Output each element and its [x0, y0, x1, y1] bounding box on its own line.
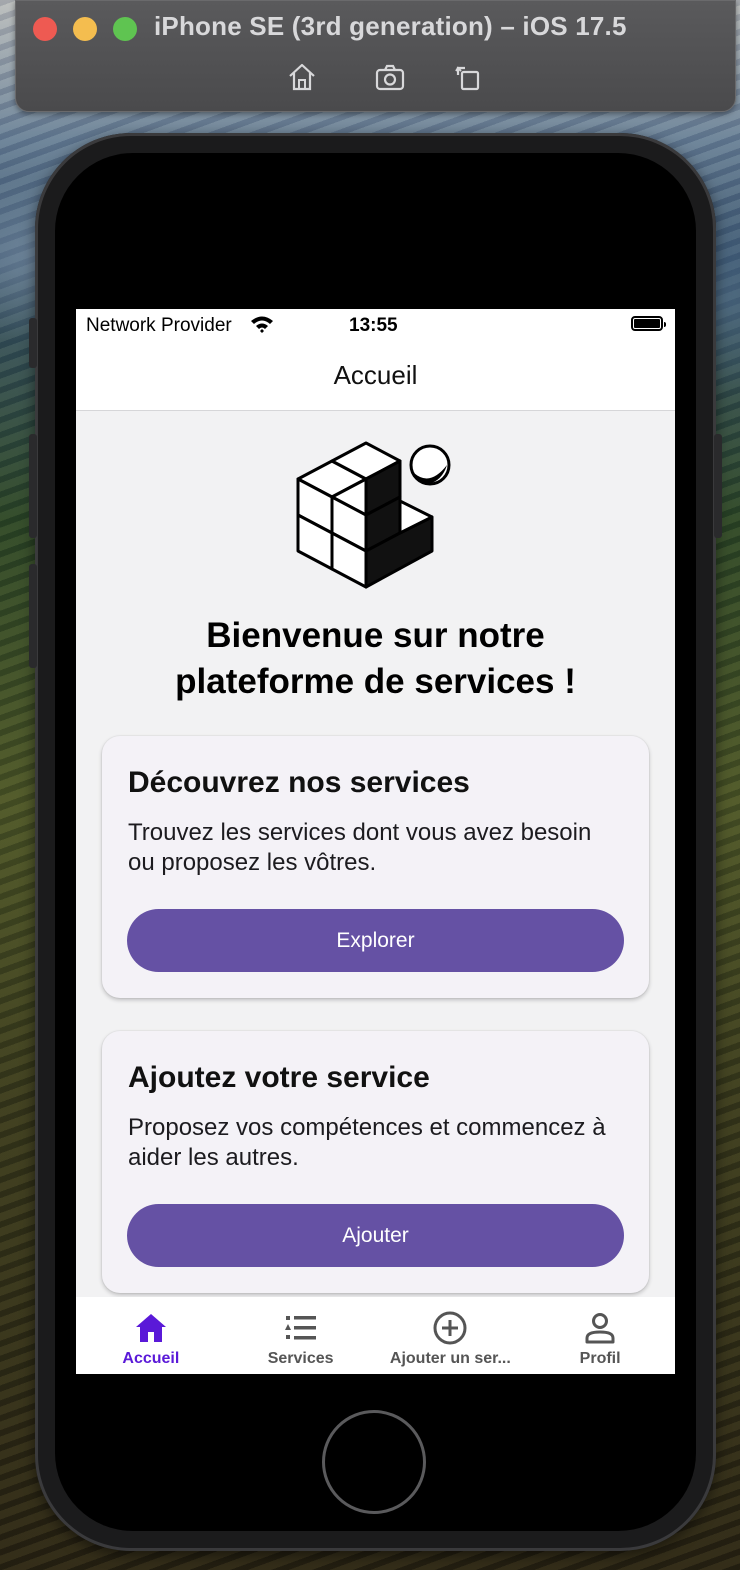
- welcome-heading: Bienvenue sur notre plateforme de servic…: [76, 613, 675, 705]
- window-minimize-button[interactable]: [73, 17, 97, 41]
- home-icon: [135, 1314, 166, 1342]
- list-icon: [284, 1316, 316, 1340]
- side-power-button: [714, 434, 722, 538]
- battery-icon: [631, 316, 666, 331]
- rotate-icon: [455, 66, 480, 91]
- welcome-line-2: plateforme de services !: [175, 662, 576, 701]
- battery-level: [634, 319, 660, 328]
- volume-up-button: [29, 434, 37, 538]
- window-close-button[interactable]: [33, 17, 57, 41]
- tab-services[interactable]: Services: [226, 1297, 376, 1374]
- device-home-button[interactable]: [322, 1410, 426, 1514]
- simulator-title-bar: iPhone SE (3rd generation) – iOS 17.5: [15, 0, 736, 112]
- screenshot-icon: [375, 64, 405, 91]
- volume-down-button: [29, 564, 37, 668]
- add-service-card: Ajoutez votre service Proposez vos compé…: [102, 1031, 649, 1293]
- carrier-label: Network Provider: [86, 315, 232, 336]
- screenshot-button[interactable]: [372, 59, 408, 95]
- bottom-tab-bar: Accueil Services Ajouter un ser... Profi…: [76, 1297, 675, 1374]
- home-button[interactable]: [284, 59, 320, 95]
- person-icon: [585, 1313, 615, 1344]
- add-button[interactable]: Ajouter: [127, 1204, 624, 1267]
- status-time: 13:55: [349, 315, 398, 336]
- page-title: Accueil: [333, 360, 418, 390]
- card-description: Proposez vos compétences et commencez à …: [128, 1114, 606, 1171]
- tab-add-service[interactable]: Ajouter un ser...: [376, 1297, 526, 1374]
- tab-profil[interactable]: Profil: [525, 1297, 675, 1374]
- tab-label: Ajouter un ser...: [389, 1350, 511, 1367]
- mute-switch: [29, 318, 37, 368]
- cubes-logo-icon: [296, 441, 451, 589]
- explore-button[interactable]: Explorer: [127, 909, 624, 972]
- tab-label: Accueil: [122, 1350, 180, 1367]
- card-description: Trouvez les services dont vous avez beso…: [128, 819, 592, 876]
- status-bar: Network Provider 13:55: [76, 309, 675, 341]
- wifi-icon: [251, 316, 273, 333]
- app-screen: Network Provider 13:55 Accueil Bienvenue…: [76, 309, 675, 1374]
- home-icon: [289, 63, 315, 91]
- plus-circle-icon: [433, 1311, 467, 1345]
- card-title: Ajoutez votre service: [128, 1061, 430, 1094]
- rotate-button[interactable]: [450, 59, 486, 95]
- tab-label: Profil: [579, 1350, 621, 1367]
- tab-accueil[interactable]: Accueil: [76, 1297, 226, 1374]
- card-title: Découvrez nos services: [128, 766, 470, 799]
- discover-services-card: Découvrez nos services Trouvez les servi…: [102, 736, 649, 998]
- window-zoom-button[interactable]: [113, 17, 137, 41]
- welcome-line-1: Bienvenue sur notre: [206, 616, 545, 655]
- navigation-bar: Accueil: [76, 341, 675, 411]
- simulator-title: iPhone SE (3rd generation) – iOS 17.5: [154, 11, 627, 41]
- tab-label: Services: [267, 1350, 334, 1367]
